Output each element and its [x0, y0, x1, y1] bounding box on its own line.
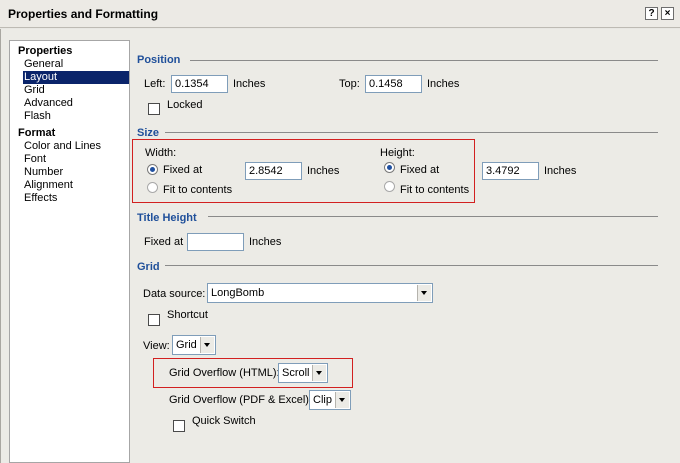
sidebar-item-flash[interactable]: Flash [24, 110, 51, 123]
size-header: Size [137, 127, 160, 139]
sidebar-section-properties: Properties [18, 45, 73, 57]
sidebar-item-number[interactable]: Number [24, 166, 63, 179]
close-button[interactable]: × [661, 7, 674, 20]
overflow-html-label: Grid Overflow (HTML): [169, 367, 280, 379]
category-sidebar: Properties General Layout Grid Advanced … [9, 40, 130, 463]
data-source-label: Data source: [143, 288, 206, 300]
height-label: Height: [380, 147, 415, 159]
width-unit: Inches [307, 165, 340, 177]
grid-header: Grid [137, 261, 160, 273]
sidebar-item-effects[interactable]: Effects [24, 192, 57, 205]
left-input[interactable]: 0.1354 [171, 75, 228, 93]
sidebar-item-font[interactable]: Font [24, 153, 46, 166]
width-input[interactable]: 2.8542 [245, 162, 302, 180]
data-source-value: LongBomb [211, 287, 265, 299]
height-fixed-radio[interactable] [384, 162, 395, 173]
chevron-down-icon[interactable] [417, 285, 431, 301]
sidebar-item-color-and-lines[interactable]: Color and Lines [24, 140, 101, 153]
width-label: Width: [145, 147, 177, 159]
shortcut-checkbox[interactable] [148, 314, 160, 326]
view-value: Grid [176, 339, 197, 351]
height-fit-label: Fit to contents [400, 184, 470, 196]
width-fixed-label: Fixed at [163, 164, 203, 176]
chevron-down-icon[interactable] [335, 392, 349, 408]
locked-checkbox[interactable] [148, 103, 160, 115]
width-fixed-radio[interactable] [147, 164, 158, 175]
size-divider [165, 132, 658, 133]
left-unit: Inches [233, 78, 266, 90]
grid-divider [165, 265, 658, 266]
overflow-pdf-select[interactable]: Clip [309, 390, 351, 410]
top-label: Top: [339, 78, 360, 90]
position-header: Position [137, 54, 181, 66]
overflow-html-select[interactable]: Scroll [278, 363, 328, 383]
view-label: View: [143, 340, 170, 352]
height-fixed-label: Fixed at [400, 164, 440, 176]
left-label: Left: [144, 78, 166, 90]
title-bar: Properties and Formatting ? × [0, 0, 680, 28]
width-fit-label: Fit to contents [163, 184, 233, 196]
height-input[interactable]: 3.4792 [482, 162, 539, 180]
data-source-select[interactable]: LongBomb [207, 283, 433, 303]
sidebar-section-format: Format [18, 127, 56, 139]
locked-label: Locked [167, 99, 203, 111]
title-height-fixed-label: Fixed at [144, 236, 184, 248]
help-button[interactable]: ? [645, 7, 658, 20]
overflow-pdf-label: Grid Overflow (PDF & Excel): [169, 394, 313, 406]
height-unit: Inches [544, 165, 577, 177]
overflow-pdf-value: Clip [313, 394, 332, 406]
height-fit-radio[interactable] [384, 181, 395, 192]
chevron-down-icon[interactable] [200, 337, 214, 353]
quick-switch-checkbox[interactable] [173, 420, 185, 432]
position-divider [190, 60, 658, 61]
sidebar-item-layout[interactable]: Layout [23, 71, 129, 84]
top-input[interactable]: 0.1458 [365, 75, 422, 93]
window-title: Properties and Formatting [8, 7, 159, 21]
overflow-html-value: Scroll [282, 367, 310, 379]
title-height-divider [208, 216, 658, 217]
shortcut-label: Shortcut [167, 309, 208, 321]
sidebar-item-grid[interactable]: Grid [24, 84, 45, 97]
title-height-unit: Inches [249, 236, 282, 248]
sidebar-item-advanced[interactable]: Advanced [24, 97, 73, 110]
view-select[interactable]: Grid [172, 335, 216, 355]
title-height-input[interactable] [187, 233, 244, 251]
width-fit-radio[interactable] [147, 182, 158, 193]
top-unit: Inches [427, 78, 460, 90]
sidebar-item-general[interactable]: General [24, 58, 63, 71]
sidebar-item-alignment[interactable]: Alignment [24, 179, 73, 192]
quick-switch-label: Quick Switch [192, 415, 256, 427]
chevron-down-icon[interactable] [312, 365, 326, 381]
title-height-header: Title Height [137, 212, 197, 224]
